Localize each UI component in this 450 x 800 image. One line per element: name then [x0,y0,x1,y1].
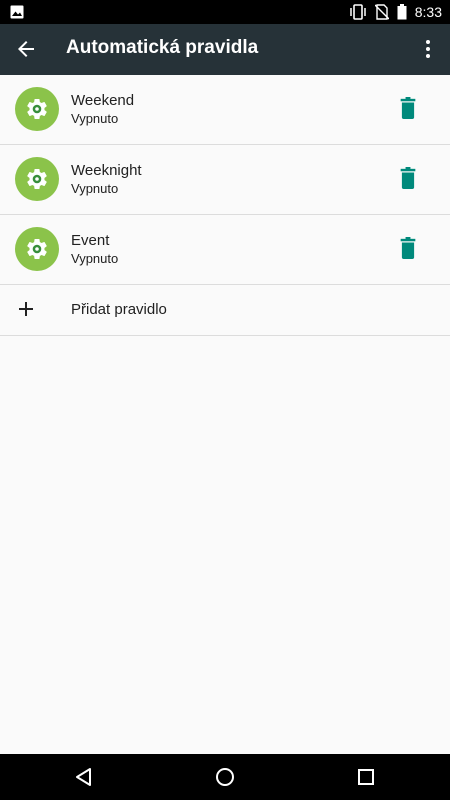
delete-icon[interactable] [399,97,417,119]
delete-icon[interactable] [399,167,417,189]
no-sim-icon [374,4,389,20]
recents-square-icon[interactable] [354,765,378,789]
plus-icon [19,302,33,316]
add-rule-button[interactable]: Přidat pravidlo [0,285,450,336]
rule-item-event[interactable]: Event Vypnuto [0,215,450,285]
rule-item-weekend[interactable]: Weekend Vypnuto [0,75,450,145]
rule-name: Event [71,232,110,249]
navigation-bar [0,754,450,800]
status-icons: 8:33 [349,0,442,24]
rule-status: Vypnuto [71,111,119,126]
rules-list: Weekend Vypnuto Weeknight Vypnuto Event … [0,75,450,336]
rule-status: Vypnuto [71,181,119,196]
gear-icon [15,157,59,201]
page-title: Automatická pravidla [66,37,259,58]
more-vert-icon[interactable] [416,37,440,61]
gear-icon [15,87,59,131]
delete-icon[interactable] [399,237,417,259]
arrow-back-icon[interactable] [14,37,38,61]
vibrate-icon [350,4,366,20]
image-notification-icon [10,5,24,19]
gear-icon [15,227,59,271]
back-triangle-icon[interactable] [72,765,96,789]
battery-icon [397,4,407,20]
rule-item-weeknight[interactable]: Weeknight Vypnuto [0,145,450,215]
app-bar: Automatická pravidla [0,24,450,75]
clock: 8:33 [414,4,442,20]
home-circle-icon[interactable] [213,765,237,789]
rule-name: Weeknight [71,162,142,179]
add-rule-label: Přidat pravidlo [71,301,167,318]
rule-name: Weekend [71,92,135,109]
status-bar: 8:33 [0,0,450,24]
rule-status: Vypnuto [71,251,119,266]
